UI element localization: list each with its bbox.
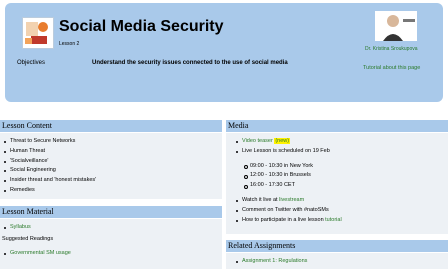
page-title: Social Media Security [59,18,224,35]
lesson-logo [22,17,54,49]
media-panel: Video teaser (new) Live Lesson is schedu… [226,133,448,234]
suggested-readings-label: Suggested Readings [2,235,54,242]
time-item: 12:00 - 10:30 in Brussels [234,171,448,181]
content-item: Threat to Secure Networks [2,137,222,147]
content-item: Insider threat and 'honest mistakes' [2,176,222,186]
syllabus-link[interactable]: Syllabus [2,223,222,233]
lesson-material-title: Lesson Material [0,206,222,218]
related-assignments-panel: Assignment 1: Regulations [226,253,448,269]
video-teaser-link[interactable]: Video teaser [242,138,273,144]
time-item: 09:00 - 10:30 in New York [234,162,448,172]
objectives-text: Understand the security issues connected… [92,60,288,66]
livestream-link[interactable]: livestream [279,197,304,203]
assignment-link[interactable]: Assignment 1: Regulations [234,257,448,267]
reading-link[interactable]: Governmental SM usage [2,249,222,259]
media-title: Media [226,120,448,132]
lesson-content-panel: Threat to Secure Networks Human Threat '… [0,133,222,199]
watch-live-item: Watch it live at livestream [234,196,448,206]
content-item: Human Threat [2,147,222,157]
tutorial-link-media[interactable]: tutorial [325,217,342,223]
participate-item: How to participate in a live lesson tuto… [234,216,448,226]
lesson-material-panel: Syllabus Suggested Readings Governmental… [0,219,222,269]
content-item: 'Socialveillance' [2,157,222,167]
objectives-label: Objectives [17,60,46,66]
author-name[interactable]: Dr. Kristina Sroukupova [365,46,418,52]
live-lesson-item: Live Lesson is scheduled on 19 Feb [234,147,448,157]
hashtag: #natoSMs [303,206,329,213]
related-assignments-title: Related Assignments [226,240,448,252]
new-badge: (new) [274,138,291,144]
lesson-number: Lesson 2 [59,41,80,47]
tutorial-link[interactable]: Tutorial about this page [363,65,420,71]
video-teaser-item[interactable]: Video teaser (new) [234,137,448,147]
author-avatar [375,11,417,41]
comment-item: Comment on Twitter with #natoSMs [234,206,448,216]
content-item: Social Engineering [2,166,222,176]
lesson-content-title: Lesson Content [0,120,222,132]
content-item: Remedies [2,186,222,196]
lesson-header: Social Media Security Lesson 2 Objective… [5,3,443,102]
time-item: 16:00 - 17:30 CET [234,181,448,191]
